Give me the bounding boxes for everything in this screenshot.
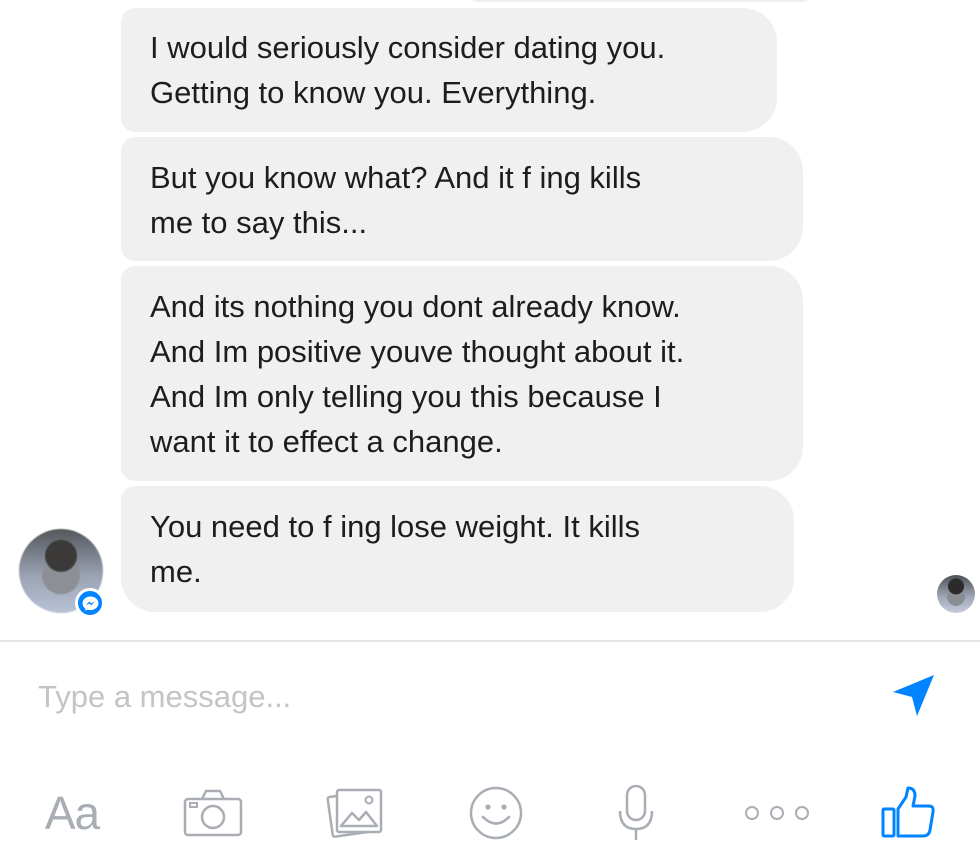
- message-bubble[interactable]: You need to f ing lose weight. It kills …: [121, 486, 794, 612]
- messenger-badge-icon: [75, 588, 105, 618]
- emoji-icon: [469, 786, 523, 840]
- read-receipt-avatar: [937, 575, 975, 613]
- more-options-button[interactable]: [742, 780, 812, 846]
- send-arrow-icon: [893, 675, 934, 716]
- message-bubble[interactable]: And its nothing you dont already know. A…: [121, 266, 803, 481]
- voice-button[interactable]: [612, 780, 660, 846]
- photo-icon: [326, 788, 383, 838]
- text-format-button[interactable]: Aa: [36, 780, 108, 846]
- composer-divider: [0, 640, 980, 642]
- previous-message-bubble-edge: [470, 0, 810, 2]
- camera-icon: [183, 789, 243, 837]
- emoji-button[interactable]: [466, 780, 526, 846]
- thumbs-up-icon: [881, 786, 935, 838]
- message-input[interactable]: [38, 672, 858, 722]
- message-bubble[interactable]: But you know what? And it f ing kills me…: [121, 137, 803, 261]
- message-bubble[interactable]: I would seriously consider dating you. G…: [121, 8, 777, 132]
- like-button[interactable]: [878, 780, 938, 846]
- microphone-icon: [618, 784, 654, 840]
- photo-gallery-button[interactable]: [326, 780, 386, 846]
- more-icon: [745, 806, 809, 820]
- camera-button[interactable]: [182, 780, 244, 846]
- send-button[interactable]: [888, 670, 940, 722]
- messenger-thread: I would seriously consider dating you. G…: [0, 0, 980, 864]
